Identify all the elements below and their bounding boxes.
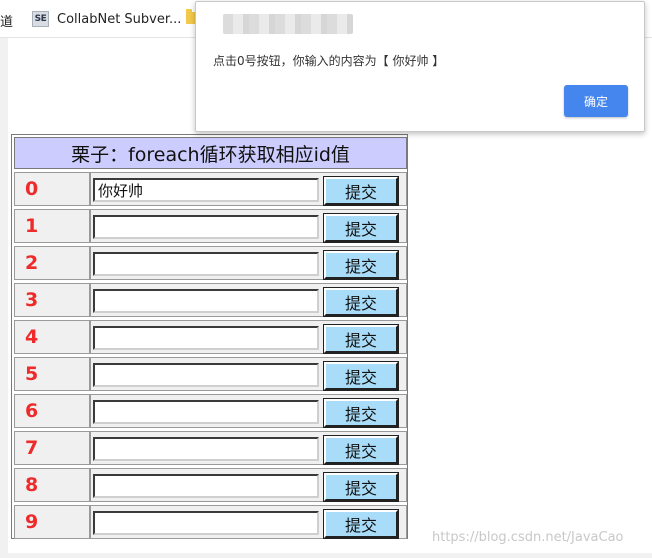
alert-dialog: 点击0号按钮，你输入的内容为【 你好帅 】 确定: [195, 1, 645, 132]
input-cell: 提交: [90, 505, 407, 539]
ok-button[interactable]: 确定: [564, 85, 628, 117]
input-cell: 提交: [90, 209, 407, 243]
row-number: 2: [14, 246, 90, 280]
submit-button-5[interactable]: 提交: [324, 362, 398, 390]
text-input-1[interactable]: [93, 215, 319, 239]
table-row: 3 提交: [14, 283, 407, 317]
submit-button-2[interactable]: 提交: [324, 251, 398, 279]
submit-button-7[interactable]: 提交: [324, 436, 398, 464]
row-number: 4: [14, 320, 90, 354]
row-number: 0: [14, 172, 90, 206]
table-row: 0 提交: [14, 172, 407, 206]
row-number: 3: [14, 283, 90, 317]
text-input-9[interactable]: [93, 511, 319, 535]
input-cell: 提交: [90, 357, 407, 391]
table-row: 1 提交: [14, 209, 407, 243]
table-row: 8 提交: [14, 468, 407, 502]
bookmark-partial[interactable]: 道: [0, 11, 13, 30]
input-cell: 提交: [90, 246, 407, 280]
submit-button-8[interactable]: 提交: [324, 473, 398, 501]
input-cell: 提交: [90, 431, 407, 465]
table-row: 2 提交: [14, 246, 407, 280]
submit-button-0[interactable]: 提交: [324, 177, 398, 205]
text-input-6[interactable]: [93, 400, 319, 424]
row-number: 6: [14, 394, 90, 428]
alert-message: 点击0号按钮，你输入的内容为【 你好帅 】: [213, 54, 445, 68]
row-number: 7: [14, 431, 90, 465]
input-cell: 提交: [90, 468, 407, 502]
row-number: 8: [14, 468, 90, 502]
submit-button-4[interactable]: 提交: [324, 325, 398, 353]
input-cell: 提交: [90, 320, 407, 354]
submit-button-6[interactable]: 提交: [324, 399, 398, 427]
text-input-5[interactable]: [93, 363, 319, 387]
table-row: 9 提交: [14, 505, 407, 539]
input-cell: 提交: [90, 172, 407, 206]
text-input-0[interactable]: [93, 178, 319, 202]
submit-button-1[interactable]: 提交: [324, 214, 398, 242]
table-row: 5 提交: [14, 357, 407, 391]
text-input-4[interactable]: [93, 326, 319, 350]
alert-origin-blurred: [223, 14, 353, 34]
row-number: 5: [14, 357, 90, 391]
text-input-8[interactable]: [93, 474, 319, 498]
submit-button-3[interactable]: 提交: [324, 288, 398, 316]
row-number: 9: [14, 505, 90, 539]
table-row: 4 提交: [14, 320, 407, 354]
submit-button-9[interactable]: 提交: [324, 510, 398, 538]
input-cell: 提交: [90, 394, 407, 428]
table-row: 7 提交: [14, 431, 407, 465]
row-number: 1: [14, 209, 90, 243]
text-input-7[interactable]: [93, 437, 319, 461]
se-icon: SE: [32, 11, 49, 27]
input-cell: 提交: [90, 283, 407, 317]
table-row: 6 提交: [14, 394, 407, 428]
text-input-2[interactable]: [93, 252, 319, 276]
bookmark-collabnet[interactable]: SE CollabNet Subver...: [32, 10, 181, 28]
watermark: https://blog.csdn.net/JavaCao: [432, 530, 624, 545]
table-title: 栗子：foreach循环获取相应id值: [14, 137, 407, 169]
demo-table: 栗子：foreach循环获取相应id值 0 提交 1 提交 2 提交 3 提交 …: [11, 134, 408, 539]
text-input-3[interactable]: [93, 289, 319, 313]
bookmark-label: CollabNet Subver...: [57, 11, 182, 27]
